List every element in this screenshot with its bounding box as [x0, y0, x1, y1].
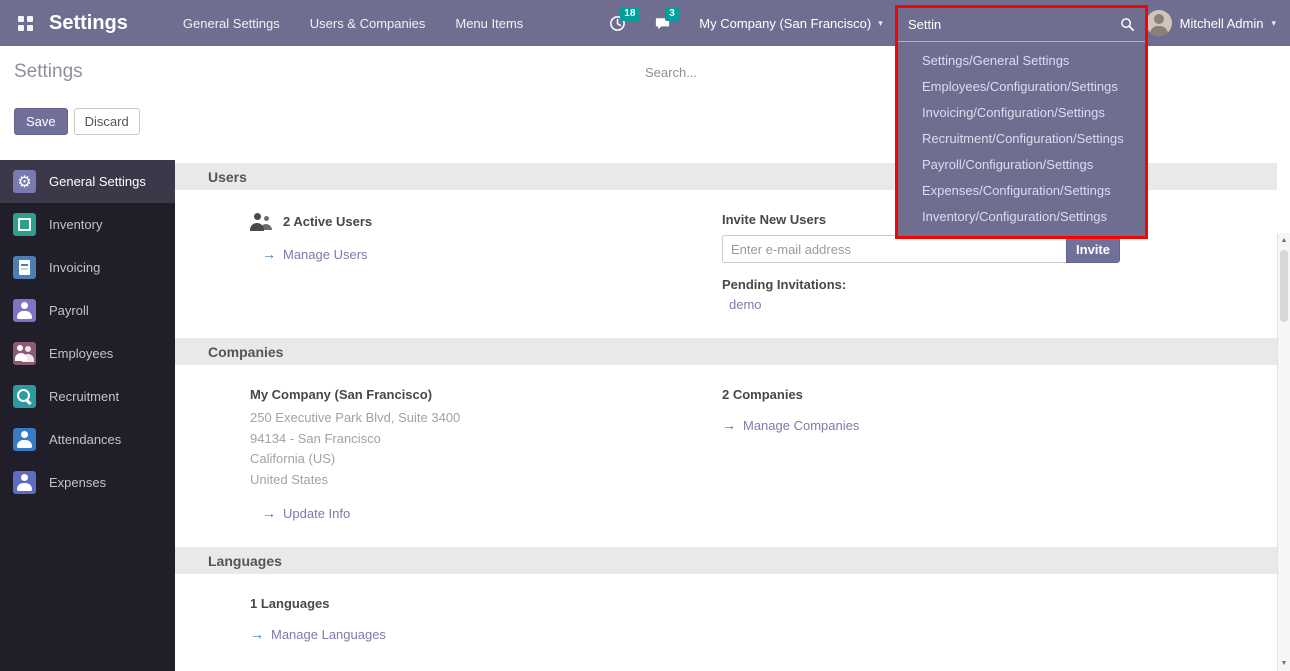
manage-users-label: Manage Users [283, 247, 368, 262]
invoicing-icon [13, 256, 36, 279]
apps-grid-icon [18, 16, 33, 31]
company-address: 250 Executive Park Blvd, Suite 340094134… [250, 408, 722, 490]
languages-count: 1 Languages [250, 596, 722, 611]
recruitment-icon [13, 385, 36, 408]
update-info-label: Update Info [283, 506, 350, 521]
app-title[interactable]: Settings [49, 12, 128, 35]
search-result-expenses-configuration-settings[interactable]: Expenses/Configuration/Settings [898, 177, 1145, 203]
employees-icon [13, 342, 36, 365]
navbar-menu: General Settings Users & Companies Menu It… [183, 16, 523, 31]
save-button[interactable]: Save [14, 108, 68, 135]
save-discard-buttons: Save Discard [14, 108, 140, 135]
companies-count: 2 Companies [722, 387, 1277, 402]
vertical-scrollbar[interactable]: ▲ ▼ [1277, 233, 1290, 671]
annotation-highlight-box: Settings/General SettingsEmployees/Confi… [895, 5, 1148, 239]
manage-companies-link[interactable]: → Manage Companies [722, 417, 1277, 433]
invite-email-input[interactable] [722, 235, 1066, 263]
companies-section: My Company (San Francisco) 250 Executive… [175, 365, 1277, 547]
sidebar-item-expenses[interactable]: Expenses [0, 461, 175, 504]
company-switcher-label: My Company (San Francisco) [699, 16, 871, 31]
search-input[interactable]: Search... [645, 65, 885, 80]
sidebar-item-label: Attendances [49, 432, 121, 447]
attendances-icon [13, 428, 36, 451]
sidebar-item-inventory[interactable]: Inventory [0, 203, 175, 246]
activities-button[interactable]: 18 [609, 15, 626, 32]
search-overlay-results: Settings/General SettingsEmployees/Confi… [898, 42, 1145, 236]
navbar-search-dropdown: Settings/General SettingsEmployees/Confi… [898, 8, 1145, 236]
search-result-invoicing-configuration-settings[interactable]: Invoicing/Configuration/Settings [898, 99, 1145, 125]
company-name: My Company (San Francisco) [250, 387, 722, 402]
sidebar-item-recruitment[interactable]: Recruitment [0, 375, 175, 418]
inventory-icon [13, 213, 36, 236]
active-users-icon [250, 212, 274, 231]
sidebar-item-payroll[interactable]: Payroll [0, 289, 175, 332]
messages-button[interactable]: 3 [654, 15, 671, 32]
manage-languages-link[interactable]: → Manage Languages [250, 626, 722, 642]
user-name: Mitchell Admin [1180, 16, 1264, 31]
sidebar-item-employees[interactable]: Employees [0, 332, 175, 375]
navbar-systray: 18 3 My Company (San Francisco) ▾ [609, 15, 882, 32]
search-result-employees-configuration-settings[interactable]: Employees/Configuration/Settings [898, 73, 1145, 99]
scroll-up-arrow[interactable]: ▲ [1278, 237, 1290, 244]
activities-badge: 18 [620, 7, 639, 21]
sidebar-item-label: Invoicing [49, 260, 100, 275]
sidebar-item-invoicing[interactable]: Invoicing [0, 246, 175, 289]
payroll-icon [13, 299, 36, 322]
scroll-down-arrow[interactable]: ▼ [1278, 660, 1290, 667]
company-address-line: United States [250, 470, 722, 491]
languages-section-header: Languages [175, 547, 1277, 574]
search-result-inventory-configuration-settings[interactable]: Inventory/Configuration/Settings [898, 203, 1145, 229]
sidebar-item-label: Recruitment [49, 389, 119, 404]
company-address-line: 94134 - San Francisco [250, 429, 722, 450]
navbar-search-input[interactable] [908, 17, 1120, 32]
company-switcher[interactable]: My Company (San Francisco) ▾ [699, 16, 882, 31]
messages-badge: 3 [665, 7, 679, 21]
user-avatar [1146, 10, 1172, 36]
manage-users-link[interactable]: → Manage Users [262, 246, 722, 262]
discard-button[interactable]: Discard [74, 108, 140, 135]
arrow-right-icon: → [262, 246, 276, 262]
arrow-right-icon: → [250, 626, 264, 642]
sidebar-item-general-settings[interactable]: General Settings [0, 160, 175, 203]
sidebar-item-label: Inventory [49, 217, 102, 232]
caret-down-icon: ▾ [1271, 18, 1276, 29]
odoo-settings-screen: Settings General Settings Users & Compani… [0, 0, 1290, 671]
navbar-menu-item-users-companies[interactable]: Users & Companies [310, 16, 426, 31]
arrow-right-icon: → [722, 417, 736, 433]
arrow-right-icon: → [262, 505, 276, 521]
general-settings-gear-icon [13, 170, 36, 193]
active-users-count: 2 Active Users [283, 214, 372, 229]
update-info-link[interactable]: → Update Info [262, 505, 722, 521]
search-result-settings-general-settings[interactable]: Settings/General Settings [898, 47, 1145, 73]
expenses-icon [13, 471, 36, 494]
manage-companies-label: Manage Companies [743, 418, 859, 433]
languages-section: 1 Languages → Manage Languages [175, 574, 1277, 668]
sidebar-item-label: Payroll [49, 303, 89, 318]
company-address-line: California (US) [250, 449, 722, 470]
apps-menu-button[interactable] [12, 10, 39, 37]
user-menu[interactable]: Mitchell Admin ▾ [1146, 10, 1278, 36]
navbar-search-row [898, 8, 1145, 42]
page-title: Settings [14, 61, 83, 83]
search-icon[interactable] [1120, 17, 1135, 32]
company-address-line: 250 Executive Park Blvd, Suite 3400 [250, 408, 722, 429]
navbar-menu-item-menu-items[interactable]: Menu Items [455, 16, 523, 31]
sidebar-item-label: General Settings [49, 174, 146, 189]
invite-button[interactable]: Invite [1066, 235, 1120, 263]
pending-invitations-label: Pending Invitations: [722, 277, 1277, 292]
settings-sidebar: General Settings Inventory Invoicing Payrol… [0, 160, 175, 671]
invite-row: Invite [722, 235, 1120, 263]
sidebar-item-label: Expenses [49, 475, 106, 490]
search-result-recruitment-configuration-settings[interactable]: Recruitment/Configuration/Settings [898, 125, 1145, 151]
search-result-payroll-configuration-settings[interactable]: Payroll/Configuration/Settings [898, 151, 1145, 177]
companies-section-header: Companies [175, 338, 1277, 365]
navbar-menu-item-general-settings[interactable]: General Settings [183, 16, 280, 31]
scrollbar-thumb[interactable] [1280, 250, 1288, 322]
sidebar-item-label: Employees [49, 346, 113, 361]
pending-user-link[interactable]: demo [722, 297, 762, 312]
sidebar-item-attendances[interactable]: Attendances [0, 418, 175, 461]
caret-down-icon: ▾ [878, 18, 883, 29]
manage-languages-label: Manage Languages [271, 627, 386, 642]
